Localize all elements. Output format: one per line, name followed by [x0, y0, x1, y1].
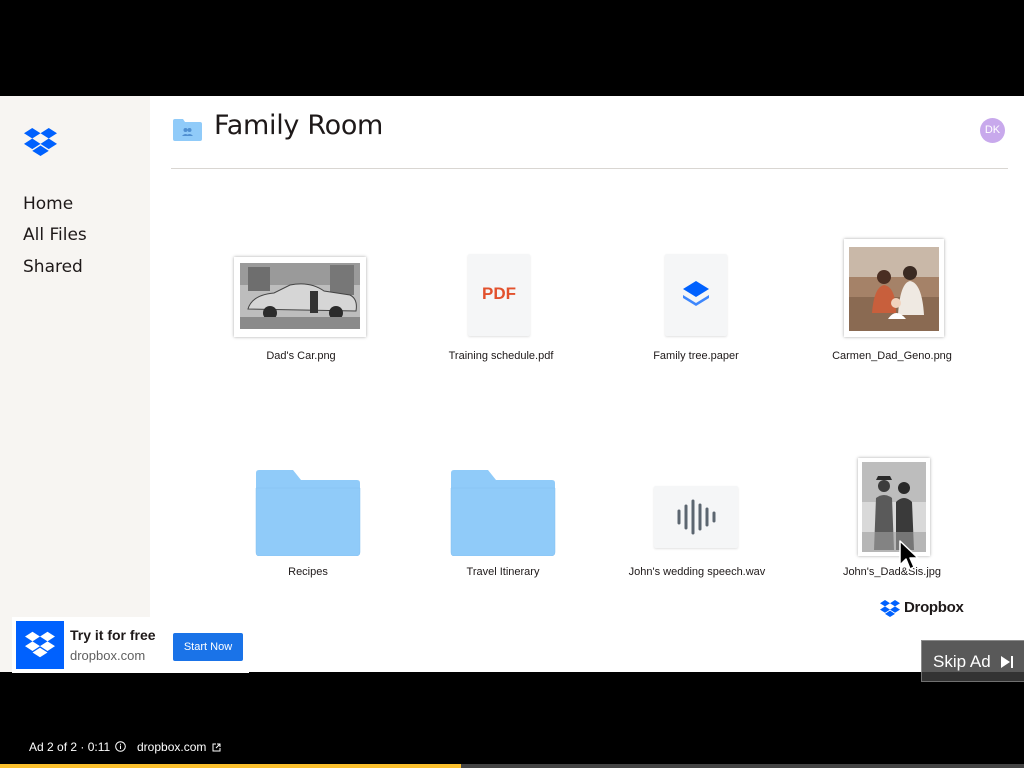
watermark-brand: Dropbox — [904, 599, 964, 616]
file-tile-carmen-dad-geno[interactable]: Carmen_Dad_Geno.png — [797, 239, 987, 366]
ad-overlay-card[interactable]: Try it for free dropbox.com Start Now — [12, 617, 249, 673]
dropbox-logo-icon — [25, 631, 55, 658]
dropbox-logo-icon — [880, 600, 900, 617]
ad-info-text: Ad 2 of 2 · 0:11 — [29, 740, 111, 754]
ad-logo[interactable] — [16, 621, 64, 669]
audio-waveform-icon — [654, 486, 738, 548]
pdf-icon: PDF — [468, 254, 530, 336]
file-tile-training-schedule[interactable]: PDF Training schedule.pdf — [406, 246, 596, 366]
folder-icon — [450, 470, 556, 556]
ad-progress-fill — [0, 764, 461, 768]
file-tile-johns-dad-sis[interactable]: John's_Dad&Sis.jpg — [797, 458, 987, 584]
ad-domain[interactable]: dropbox.com — [70, 648, 145, 663]
file-name: Dad's Car.png — [266, 350, 336, 362]
shared-folder-icon — [173, 119, 202, 141]
ad-video-frame[interactable]: Home All Files Shared Family Room DK Dad… — [0, 96, 1024, 672]
photo-thumbnail — [234, 257, 366, 337]
skip-icon — [1001, 656, 1013, 668]
file-name: Family tree.paper — [653, 350, 739, 362]
dropbox-logo-icon[interactable] — [24, 127, 57, 157]
file-name: Carmen_Dad_Geno.png — [832, 350, 952, 362]
sidebar: Home All Files Shared — [0, 96, 150, 672]
file-tile-dads-car[interactable]: Dad's Car.png — [206, 246, 396, 366]
file-name: John's_Dad&Sis.jpg — [842, 566, 942, 578]
file-tile-wedding-speech[interactable]: John's wedding speech.wav — [602, 464, 792, 584]
file-name: John's wedding speech.wav — [628, 566, 766, 578]
video-player[interactable]: Home All Files Shared Family Room DK Dad… — [0, 0, 1024, 768]
file-name: Training schedule.pdf — [448, 350, 554, 362]
skip-ad-label: Skip Ad — [933, 652, 991, 671]
page-title: Family Room — [214, 110, 384, 141]
file-name: Travel Itinerary — [466, 566, 540, 578]
file-name: Recipes — [288, 566, 328, 578]
pdf-badge: PDF — [482, 284, 516, 303]
folder-icon — [255, 470, 361, 556]
ad-url-link[interactable]: dropbox.com — [137, 740, 206, 754]
skip-ad-button[interactable]: Skip Ad — [921, 640, 1024, 682]
paper-icon — [665, 254, 727, 336]
ad-progress-bar[interactable] — [0, 764, 1024, 768]
header-divider — [171, 168, 1008, 169]
folder-tile-travel-itinerary[interactable]: Travel Itinerary — [408, 464, 598, 584]
file-tile-family-tree[interactable]: Family tree.paper — [601, 246, 791, 366]
folder-tile-recipes[interactable]: Recipes — [213, 464, 403, 584]
sidebar-item-home[interactable]: Home — [23, 194, 73, 214]
sidebar-item-shared[interactable]: Shared — [23, 257, 83, 277]
external-link-icon[interactable] — [212, 743, 221, 752]
start-now-button[interactable]: Start Now — [173, 633, 243, 661]
photo-thumbnail — [844, 239, 944, 337]
avatar[interactable]: DK — [980, 118, 1005, 143]
info-icon[interactable] — [115, 741, 126, 752]
mouse-cursor-icon — [899, 540, 919, 570]
ad-title[interactable]: Try it for free — [70, 627, 156, 643]
sidebar-item-all-files[interactable]: All Files — [23, 225, 87, 245]
